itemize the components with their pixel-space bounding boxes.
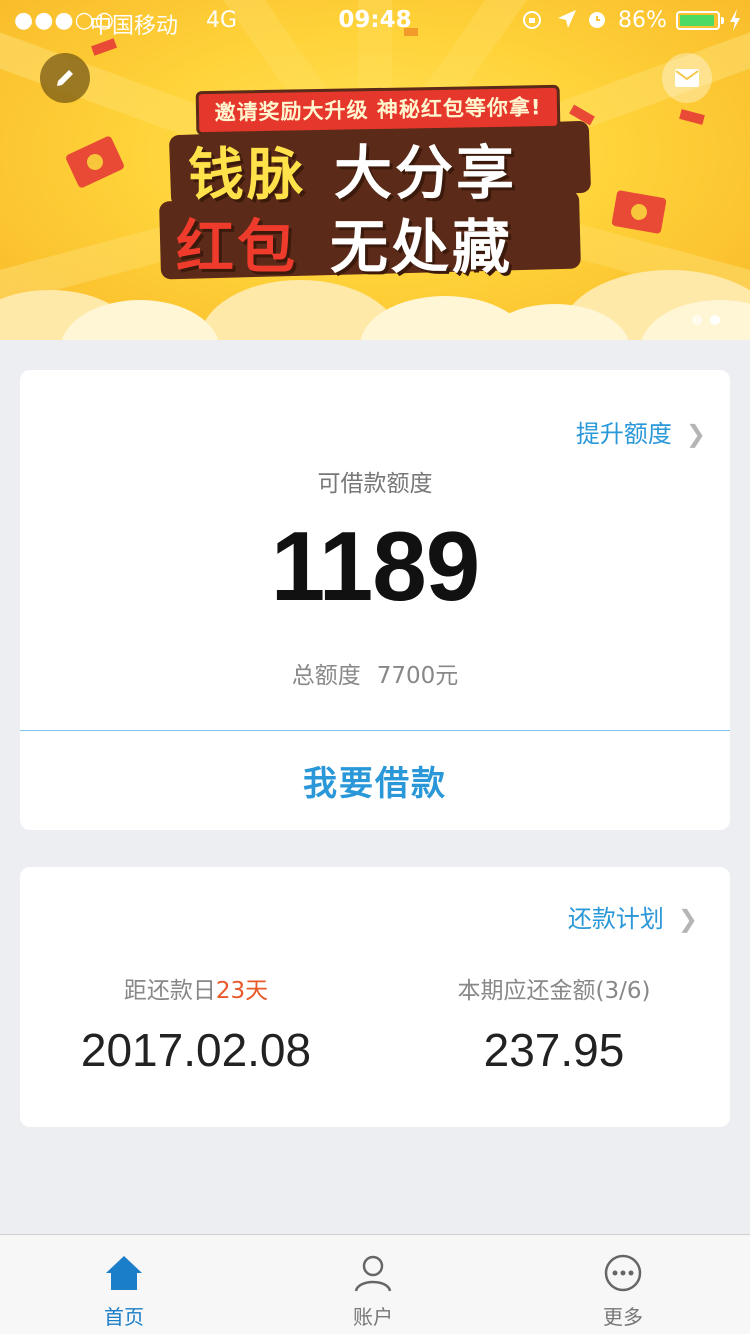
tab-home[interactable]: 首页	[49, 1235, 199, 1334]
days-until-due-value: 23天	[215, 978, 269, 1004]
raise-limit-link[interactable]: 提升额度 ❯	[576, 414, 706, 449]
tab-bar: 首页 账户 更多	[0, 1234, 750, 1334]
carousel-indicator[interactable]	[692, 310, 728, 329]
battery-percent: 86%	[618, 8, 667, 33]
promo-banner[interactable]: 邀请奖励大升级 神秘红包等你拿! 钱脉 大分享 红包 无处藏	[0, 0, 750, 340]
credit-card: 提升额度 ❯ 可借款额度 1189 总额度 7700元 我要借款	[20, 370, 730, 830]
borrow-button[interactable]: 我要借款	[20, 731, 730, 830]
location-icon	[556, 8, 578, 36]
tab-home-label: 首页	[104, 1305, 144, 1329]
due-date-block: 距还款日23天 2017.02.08	[26, 971, 366, 1077]
battery-icon	[676, 11, 724, 30]
status-bar: ●●●○○ 中国移动 4G 09:48 86%	[0, 0, 750, 40]
promo-title-part: 无处藏	[330, 213, 514, 281]
available-credit-amount: 1189	[270, 511, 481, 621]
repayment-plan-link[interactable]: 还款计划 ❯	[568, 899, 698, 934]
repayment-plan-label: 还款计划	[567, 905, 664, 933]
edit-button[interactable]	[40, 53, 90, 103]
rotation-lock-icon	[520, 8, 544, 38]
charging-icon	[728, 8, 742, 38]
chevron-right-icon: ❯	[685, 420, 706, 448]
user-icon	[354, 1255, 392, 1292]
raise-limit-label: 提升额度	[575, 420, 672, 448]
amount-due-block: 本期应还金额(3/6) 237.95	[384, 971, 724, 1077]
repayment-card: 还款计划 ❯ 距还款日23天 2017.02.08 本期应还金额(3/6) 237…	[20, 867, 730, 1127]
available-credit-label: 可借款额度	[317, 471, 433, 497]
promo-title-part: 大分享	[334, 139, 518, 207]
alarm-icon	[586, 8, 608, 36]
message-button[interactable]	[662, 53, 712, 103]
mail-icon	[675, 69, 699, 87]
confetti	[679, 109, 705, 125]
tab-account[interactable]: 账户	[298, 1235, 448, 1334]
total-credit-amount: 7700元	[376, 663, 459, 689]
carousel-dot-active[interactable]	[710, 315, 720, 325]
amount-due-label: 本期应还金额(3/6)	[457, 978, 651, 1004]
chevron-right-icon: ❯	[677, 905, 698, 933]
tab-more-label: 更多	[603, 1305, 643, 1329]
tab-more[interactable]: 更多	[548, 1235, 698, 1334]
days-until-due-label: 距还款日	[123, 978, 216, 1004]
more-icon	[604, 1254, 642, 1292]
home-icon	[106, 1256, 142, 1290]
carousel-dot[interactable]	[692, 315, 702, 325]
tab-account-label: 账户	[353, 1305, 393, 1329]
red-envelope-icon	[611, 189, 667, 235]
confetti	[91, 38, 117, 56]
pencil-icon	[57, 70, 73, 86]
promo-title-part: 红包	[176, 213, 299, 281]
promo-title-part: 钱脉	[188, 143, 306, 208]
red-envelope-icon	[64, 135, 126, 189]
due-date: 2017.02.08	[80, 1024, 312, 1076]
total-credit-label: 总额度	[291, 663, 361, 689]
days-until-due: 距还款日23天	[26, 971, 366, 1005]
amount-due-value: 237.95	[483, 1024, 625, 1076]
total-credit: 总额度 7700元	[20, 656, 730, 690]
